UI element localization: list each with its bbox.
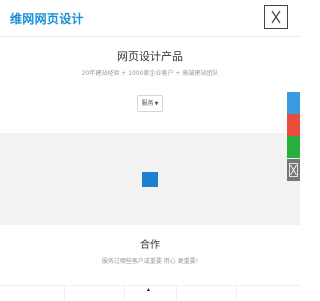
partner-divider bbox=[124, 286, 125, 301]
close-x-icon bbox=[271, 10, 281, 24]
cooperation-title: 合作 bbox=[140, 240, 160, 251]
site-header: 维网网页设计 bbox=[0, 0, 300, 37]
float-close-button[interactable] bbox=[287, 159, 300, 181]
hero-title: 网页设计产品 bbox=[117, 50, 183, 63]
cooperation-subtitle: 服务过哪些客户或重要 用心 更重要! bbox=[101, 258, 199, 265]
partner-logo-icon: ▴ bbox=[147, 286, 151, 293]
close-x-icon bbox=[289, 163, 298, 177]
service-dropdown-label: 服务 bbox=[141, 100, 154, 107]
hero-subtitle: 20年建站经验 + 1000家企业客户 + 高端建站团队 bbox=[81, 70, 219, 77]
float-wechat-button[interactable] bbox=[287, 136, 300, 158]
loading-indicator bbox=[142, 172, 158, 187]
float-phone-button[interactable] bbox=[287, 114, 300, 136]
caret-down-icon: ▼ bbox=[154, 101, 159, 107]
partner-divider bbox=[176, 286, 177, 301]
menu-toggle-button[interactable] bbox=[264, 5, 288, 29]
site-logo[interactable]: 维网网页设计 bbox=[10, 10, 84, 27]
float-qq-button[interactable] bbox=[287, 92, 300, 114]
partner-divider bbox=[236, 286, 237, 301]
partner-divider bbox=[64, 286, 65, 301]
service-dropdown[interactable]: 服务▼ bbox=[137, 95, 163, 112]
